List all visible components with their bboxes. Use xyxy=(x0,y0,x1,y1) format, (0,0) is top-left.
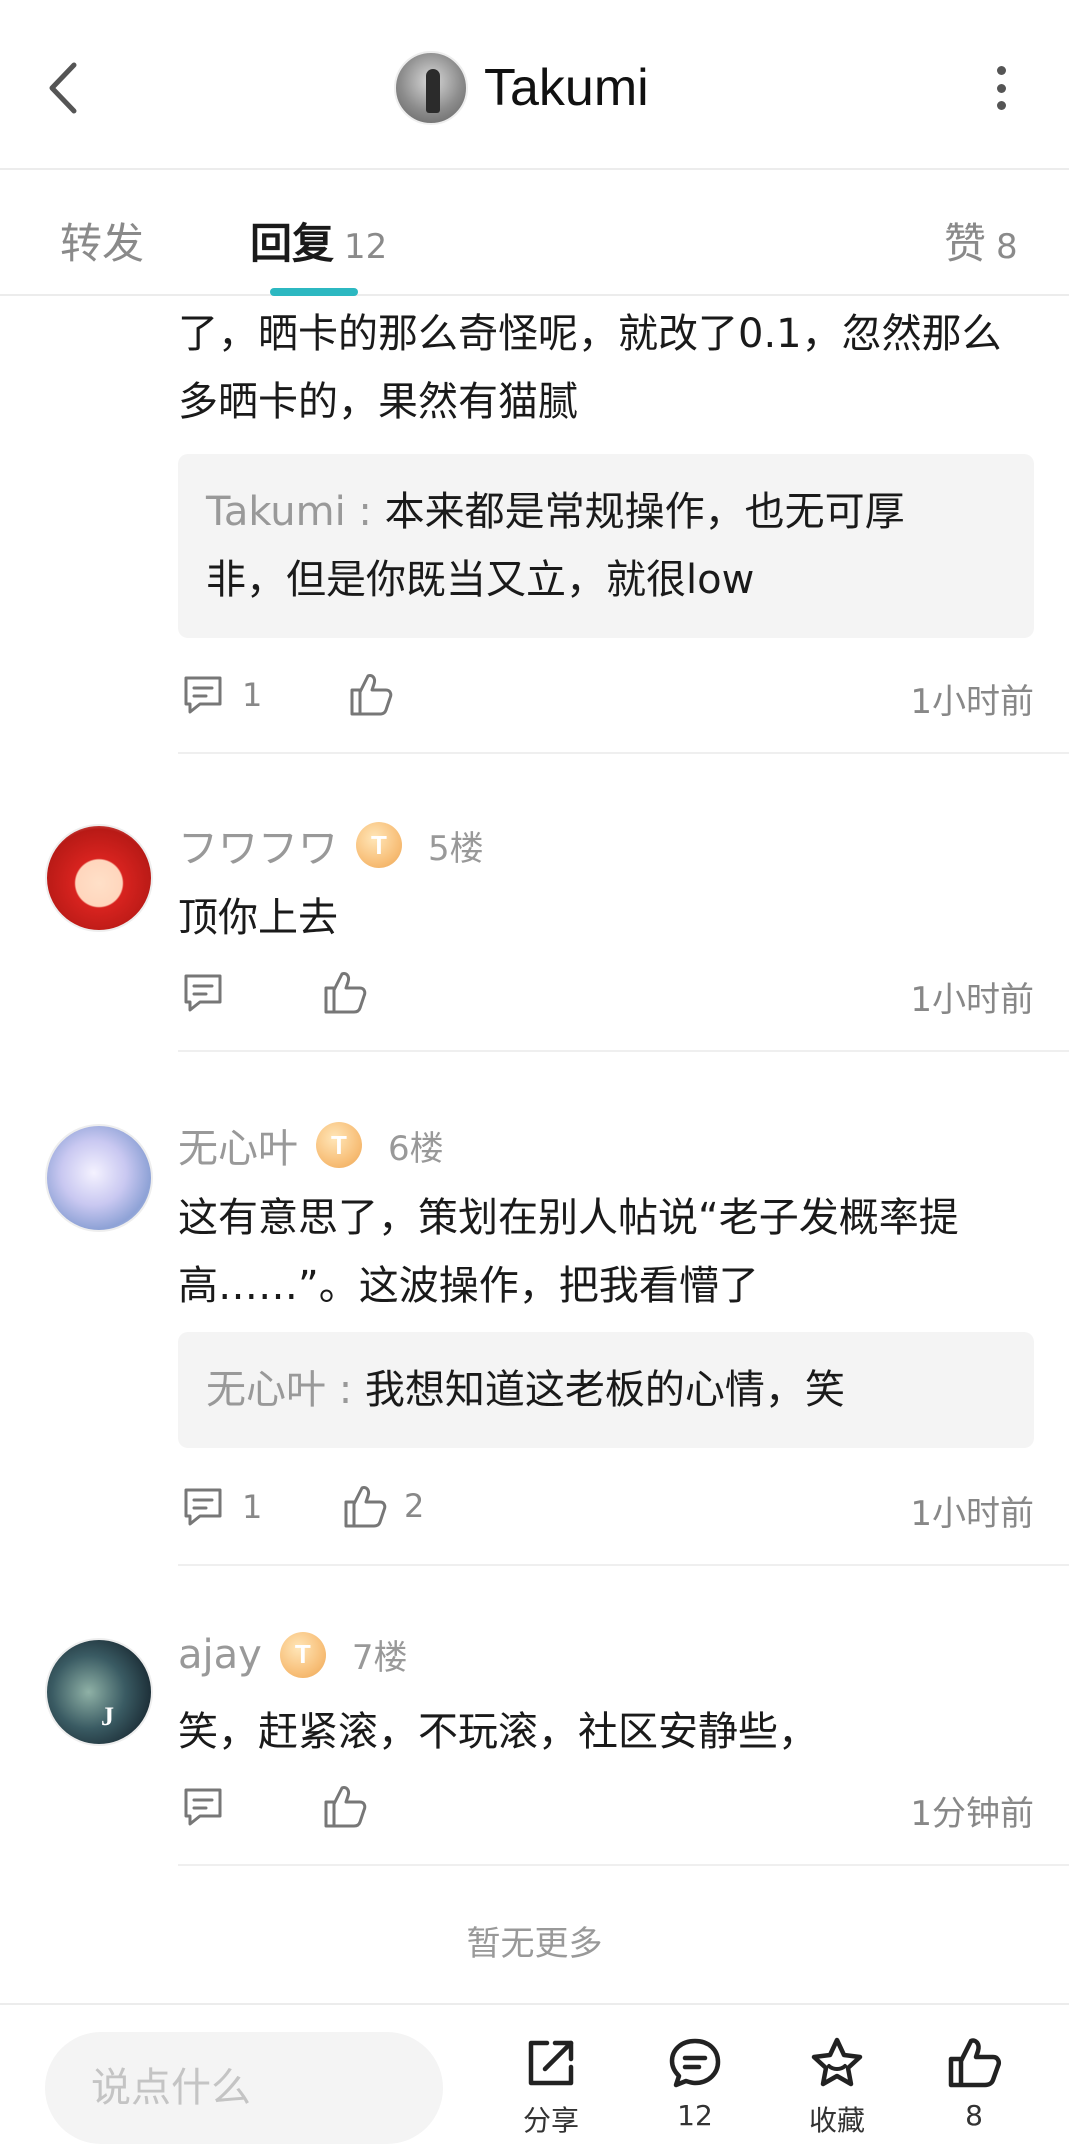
top-header: Takumi xyxy=(0,0,1069,170)
comment-bubble-icon xyxy=(669,2038,721,2088)
like-post-button[interactable]: 8 xyxy=(919,2035,1029,2132)
avatar[interactable]: J xyxy=(45,1638,153,1746)
reply-button[interactable]: 1 xyxy=(180,672,262,718)
comment-button[interactable]: 12 xyxy=(640,2035,750,2132)
thumbs-up-icon xyxy=(324,972,367,1014)
reply-count: 1 xyxy=(242,676,263,714)
comment-icon xyxy=(184,1788,222,1826)
comment-username-row: 无心叶 T 6楼 xyxy=(178,1116,444,1174)
like-button[interactable] xyxy=(322,1782,368,1830)
tab-bar: 转发 回复 12 赞 8 xyxy=(0,172,1069,296)
comment-timestamp: 1小时前 xyxy=(910,1494,1034,1534)
tab-replies[interactable]: 回复 12 xyxy=(250,210,387,271)
replies-count: 12 xyxy=(344,227,388,267)
thumbs-up-icon xyxy=(350,674,393,716)
floor-number: 5楼 xyxy=(428,828,484,869)
thumbs-up-icon xyxy=(344,1486,387,1528)
bottom-action-bar: 分享 12 收藏 8 xyxy=(0,2003,1069,2151)
comment-divider xyxy=(178,752,1069,754)
level-badge-icon: T xyxy=(356,822,402,868)
likes-count: 8 xyxy=(996,227,1018,267)
comment-timestamp: 1分钟前 xyxy=(910,1794,1034,1834)
thumbs-up-icon xyxy=(324,1786,367,1828)
level-badge-icon: T xyxy=(279,1631,326,1678)
share-label: 分享 xyxy=(522,2104,579,2137)
like-button[interactable] xyxy=(322,968,368,1016)
thumbs-up-icon xyxy=(948,2038,1002,2088)
comment-divider xyxy=(178,1564,1069,1566)
comment-divider xyxy=(178,1864,1069,1866)
reply-preview[interactable]: Takumi : 本来都是常规操作，也无可厚 非，但是你既当又立，就很low xyxy=(178,454,1034,638)
reply-count: 1 xyxy=(242,1488,263,1526)
comment-timestamp: 1小时前 xyxy=(910,980,1034,1020)
star-icon xyxy=(811,2037,863,2087)
no-more-text: 暂无更多 xyxy=(466,1924,603,1964)
username[interactable]: フワフワ xyxy=(178,816,338,874)
reply-button[interactable]: 1 xyxy=(180,1484,262,1530)
page-title: Takumi xyxy=(484,59,649,117)
comment-text: 这有意思了，策划在别人帖说“老子发概率提 高……”。这波操作，把我看懵了 xyxy=(178,1195,959,1309)
reply-author: Takumi xyxy=(206,489,346,535)
like-count: 8 xyxy=(965,2099,983,2132)
comment-input[interactable] xyxy=(91,2065,411,2111)
reply-author: 无心叶 xyxy=(206,1367,326,1413)
more-vertical-icon xyxy=(996,66,1006,75)
floor-number: 6楼 xyxy=(388,1128,444,1169)
like-count: 2 xyxy=(404,1487,425,1525)
share-icon xyxy=(528,2040,574,2086)
comment-text: 了，晒卡的那么奇怪呢，就改了0.1，忽然那么 多晒卡的，果然有猫腻 xyxy=(178,311,1002,425)
like-button[interactable] xyxy=(348,670,394,718)
avatar[interactable] xyxy=(45,1124,153,1232)
comment-count: 12 xyxy=(677,2099,713,2132)
share-button[interactable]: 分享 xyxy=(496,2035,606,2139)
tab-reposts[interactable]: 转发 xyxy=(60,210,144,271)
comment-icon xyxy=(184,1488,222,1526)
active-tab-indicator xyxy=(270,288,358,296)
comment-divider xyxy=(178,1050,1069,1052)
tab-likes[interactable]: 赞 8 xyxy=(944,210,1018,271)
reply-button[interactable] xyxy=(180,1784,226,1830)
floor-number: 7楼 xyxy=(351,1638,408,1678)
level-badge-icon: T xyxy=(316,1122,362,1168)
username[interactable]: ajay xyxy=(178,1632,262,1678)
comment-icon xyxy=(184,676,222,714)
avatar-letter: J xyxy=(101,1702,114,1731)
comment-icon xyxy=(184,974,222,1012)
reply-preview[interactable]: 无心叶 : 我想知道这老板的心情，笑 xyxy=(178,1332,1034,1448)
back-button[interactable] xyxy=(40,55,90,121)
comment-text: 顶你上去 xyxy=(178,895,338,941)
comment-timestamp: 1小时前 xyxy=(910,682,1034,722)
more-button[interactable] xyxy=(986,66,1016,110)
comment-input-pill[interactable] xyxy=(45,2032,443,2144)
comment-username-row: ajay T 7楼 xyxy=(178,1630,407,1679)
comment-list: 了，晒卡的那么奇怪呢，就改了0.1，忽然那么 多晒卡的，果然有猫腻 Takumi… xyxy=(0,298,1069,2003)
like-button[interactable]: 2 xyxy=(342,1482,424,1530)
reply-button[interactable] xyxy=(180,970,226,1016)
author-avatar[interactable] xyxy=(394,51,468,125)
comment-text: 笑，赶紧滚，不玩滚，社区安静些， xyxy=(178,1709,818,1755)
collect-label: 收藏 xyxy=(808,2104,865,2137)
chevron-left-icon xyxy=(49,62,77,114)
avatar[interactable] xyxy=(45,824,153,932)
author-info[interactable]: Takumi xyxy=(394,48,649,128)
username[interactable]: 无心叶 xyxy=(178,1116,298,1174)
comment-username-row: フワフワ T 5楼 xyxy=(178,816,484,874)
collect-button[interactable]: 收藏 xyxy=(782,2035,892,2139)
